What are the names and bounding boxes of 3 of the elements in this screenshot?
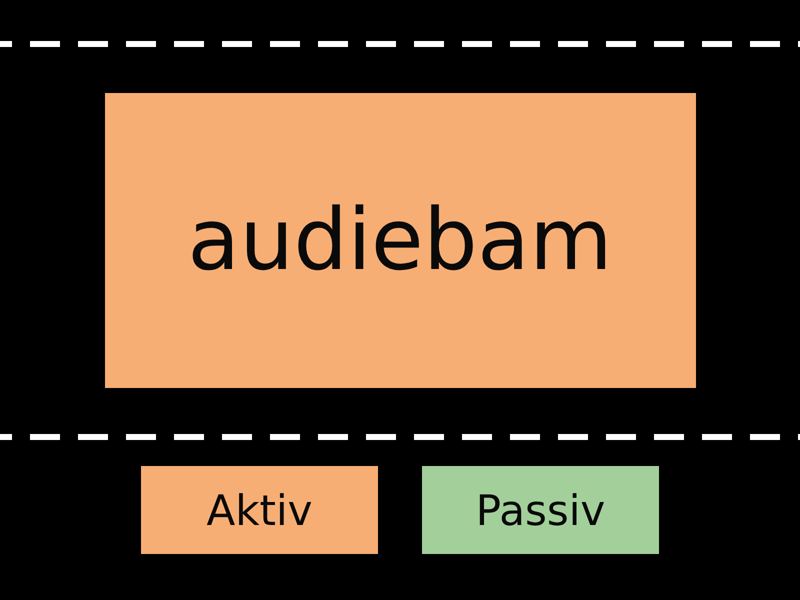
answer-button[interactable]: Aktiv bbox=[141, 466, 378, 554]
answer-button[interactable]: Passiv bbox=[422, 466, 659, 554]
prompt-word: audiebam bbox=[188, 194, 612, 288]
